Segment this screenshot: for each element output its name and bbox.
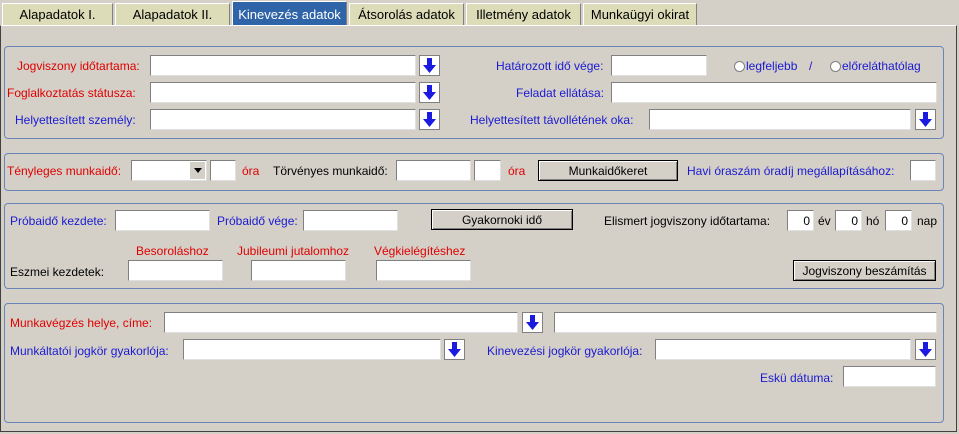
- radio-icon[interactable]: [830, 61, 841, 72]
- probaido-vege-input[interactable]: [303, 210, 398, 231]
- label-eszmei-kezdetek: Eszmei kezdetek:: [10, 265, 105, 279]
- label-esku-datuma: Eskü dátuma:: [760, 371, 834, 385]
- arrow-down-icon[interactable]: [419, 82, 440, 103]
- label-vegkielegiteshez: Végkielégítéshez: [374, 244, 466, 258]
- arrow-down-icon[interactable]: [419, 55, 440, 76]
- tab-munkaugyi-okirat[interactable]: Munkaügyi okirat: [583, 3, 697, 25]
- arrow-down-icon[interactable]: [915, 339, 936, 360]
- jogviszony-idotartama-input[interactable]: [150, 55, 416, 76]
- foglalkoztatas-statusza-input[interactable]: [150, 82, 416, 103]
- label-ev: év: [818, 214, 831, 228]
- label-munkaltatoi-jogkor: Munkáltatói jogkör gyakorlója:: [10, 344, 169, 358]
- label-probaido-kezdete: Próbaidő kezdete:: [10, 214, 107, 228]
- feladat-ellatasa-input[interactable]: [611, 82, 937, 103]
- gyakornoki-ido-button[interactable]: Gyakornoki idő: [431, 209, 573, 230]
- label-foglalkoztatas-statusza: Foglalkoztatás státusza:: [7, 86, 136, 100]
- besorolashoz-input[interactable]: [128, 260, 223, 281]
- ev-input[interactable]: [787, 210, 814, 231]
- label-elismert-jogviszony: Elismert jogviszony időtartama:: [604, 214, 771, 228]
- label-probaido-vege: Próbaidő vége:: [217, 214, 298, 228]
- chevron-down-icon[interactable]: [190, 162, 205, 179]
- torvenyes-munkaido-input[interactable]: [396, 160, 471, 181]
- label-feladat-ellatasa: Feladat ellátása:: [516, 86, 605, 100]
- radio-separator: /: [809, 59, 813, 73]
- helyettesitett-tavollet-oka-input[interactable]: [649, 109, 911, 130]
- label-munkavegzes-helye: Munkavégzés helye, címe:: [10, 316, 153, 330]
- jogviszony-beszamitas-button[interactable]: Jogviszony beszámítás: [793, 260, 936, 281]
- torvenyes-ora-input[interactable]: [474, 160, 501, 181]
- tab-atsorolas-adatok[interactable]: Átsorolás adatok: [349, 3, 464, 25]
- arrow-down-icon[interactable]: [915, 109, 936, 130]
- arrow-down-icon[interactable]: [444, 339, 465, 360]
- nap-input[interactable]: [885, 210, 912, 231]
- tenyleges-ora-input[interactable]: [210, 160, 236, 181]
- vegkielegiteshez-input[interactable]: [376, 260, 471, 281]
- label-ora-1: óra: [242, 164, 260, 178]
- label-legfeljebb: legfeljebb: [746, 59, 798, 73]
- munkavegzes-cim-input[interactable]: [554, 312, 937, 333]
- tab-illetmeny-adatok[interactable]: Illetmény adatok: [466, 3, 581, 25]
- label-eloreathatolag: előreláthatólag: [842, 59, 921, 73]
- label-torvenyes-munkaido: Törvényes munkaidő:: [273, 164, 388, 178]
- tenyleges-munkaido-combo[interactable]: [131, 160, 207, 181]
- arrow-down-icon[interactable]: [522, 312, 543, 333]
- jubileumi-input[interactable]: [251, 260, 346, 281]
- label-besorolashoz: Besoroláshoz: [136, 244, 209, 258]
- label-jubileumi: Jubileumi jutalomhoz: [237, 244, 350, 258]
- hatarozott-ido-vege-input[interactable]: [611, 55, 707, 76]
- tab-kinevezes-adatok[interactable]: Kinevezés adatok: [232, 1, 347, 26]
- label-havi-oraszam: Havi óraszám óradíj megállapításához:: [687, 164, 895, 178]
- kinevezesi-jogkor-input[interactable]: [655, 339, 911, 360]
- label-jogviszony-idotartama: Jogviszony időtartama:: [17, 59, 140, 73]
- label-nap: nap: [917, 214, 938, 228]
- label-ho: hó: [866, 214, 880, 228]
- tab-bar: Alapadatok I. Alapadatok II. Kinevezés a…: [0, 0, 959, 26]
- esku-datuma-input[interactable]: [843, 366, 936, 387]
- tab-alapadatok-1[interactable]: Alapadatok I.: [2, 3, 113, 25]
- munkavegzes-helye-input[interactable]: [164, 312, 518, 333]
- label-hatarozott-ido-vege: Határozott idő vége:: [496, 59, 604, 73]
- probaido-kezdete-input[interactable]: [115, 210, 210, 231]
- munkaidokeret-button[interactable]: Munkaidőkeret: [538, 160, 678, 181]
- label-helyettesitett-szemely: Helyettesített személy:: [15, 113, 136, 127]
- label-helyettesitett-tavollet-oka: Helyettesített távollétének oka:: [470, 113, 634, 127]
- havi-oraszam-input[interactable]: [910, 160, 936, 181]
- label-tenyleges-munkaido: Tényleges munkaidő:: [7, 164, 122, 178]
- radio-icon[interactable]: [734, 61, 745, 72]
- label-kinevezesi-jogkor: Kinevezési jogkör gyakorlója:: [487, 344, 643, 358]
- tab-alapadatok-2[interactable]: Alapadatok II.: [115, 3, 230, 25]
- label-ora-2: óra: [508, 164, 526, 178]
- arrow-down-icon[interactable]: [419, 109, 440, 130]
- helyettesitett-szemely-input[interactable]: [150, 109, 416, 130]
- munkaltatoi-jogkor-input[interactable]: [183, 339, 441, 360]
- ho-input[interactable]: [835, 210, 862, 231]
